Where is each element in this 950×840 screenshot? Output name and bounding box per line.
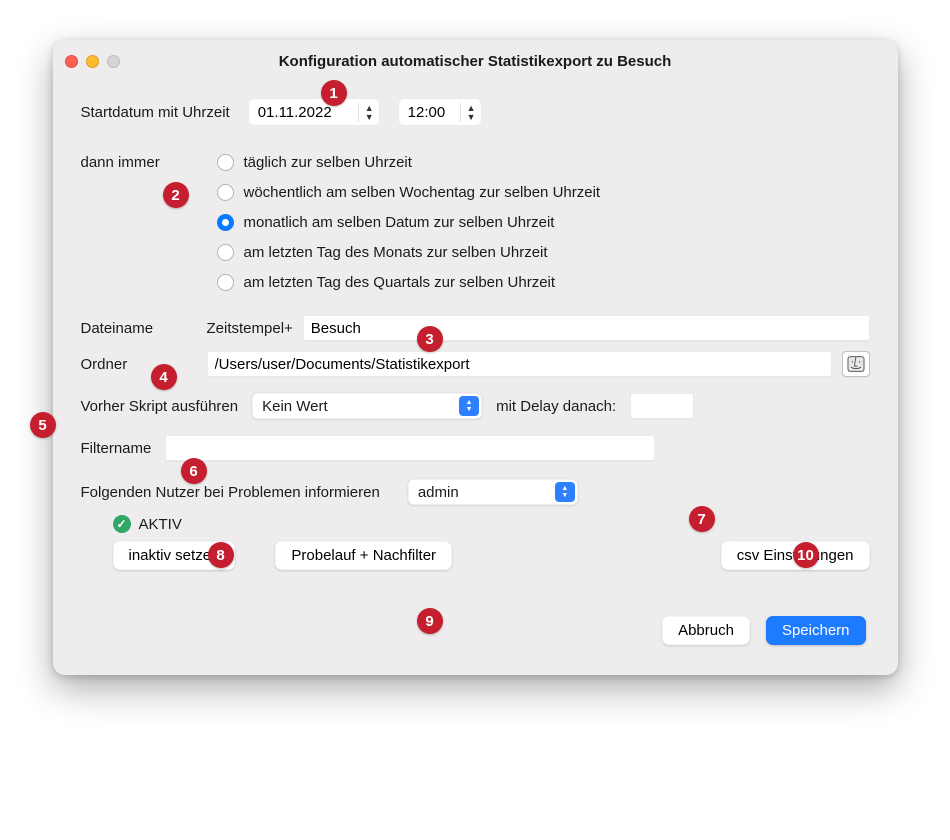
check-circle-icon: ✓ (113, 515, 131, 533)
stepper-arrows-icon[interactable]: ▲▼ (358, 103, 380, 122)
browse-folder-button[interactable] (842, 351, 870, 377)
status-active: ✓ AKTIV (113, 515, 182, 533)
start-date-label: Startdatum mit Uhrzeit (81, 104, 230, 121)
annotation-badge: 2 (163, 182, 189, 208)
repeat-label: dann immer (81, 154, 207, 171)
annotation-badge: 9 (417, 608, 443, 634)
folder-label: Ordner (81, 356, 201, 373)
script-before-label: Vorher Skript ausführen (81, 398, 239, 415)
repeat-option-label: täglich zur selben Uhrzeit (244, 154, 412, 171)
start-time-input[interactable] (398, 104, 460, 121)
repeat-radio-daily[interactable] (217, 154, 234, 171)
annotation-badge: 4 (151, 364, 177, 390)
finder-icon (847, 356, 865, 372)
script-select[interactable]: Kein Wert ▲▼ (252, 393, 482, 419)
chevron-up-down-icon: ▲▼ (555, 482, 575, 502)
test-run-button[interactable]: Probelauf + Nachfilter (275, 541, 452, 570)
annotation-badge: 8 (208, 542, 234, 568)
minimize-icon[interactable] (86, 55, 99, 68)
delay-label: mit Delay danach: (496, 398, 616, 415)
save-button[interactable]: Speichern (766, 616, 866, 645)
chevron-up-down-icon: ▲▼ (459, 396, 479, 416)
annotation-badge: 5 (30, 412, 56, 438)
notify-user-select[interactable]: admin ▲▼ (408, 479, 578, 505)
notify-user-value: admin (418, 484, 459, 501)
stepper-arrows-icon[interactable]: ▲▼ (460, 103, 482, 122)
status-text: AKTIV (139, 516, 182, 533)
start-date-input[interactable] (248, 104, 358, 121)
repeat-radio-weekly[interactable] (217, 184, 234, 201)
folder-input[interactable] (207, 351, 832, 377)
cancel-button[interactable]: Abbruch (662, 616, 750, 645)
annotation-badge: 3 (417, 326, 443, 352)
notify-label: Folgenden Nutzer bei Problemen informier… (81, 484, 380, 501)
script-select-value: Kein Wert (262, 398, 328, 415)
filtername-input[interactable] (165, 435, 655, 461)
annotation-badge: 10 (793, 542, 819, 568)
repeat-radio-last-day-quarter[interactable] (217, 274, 234, 291)
close-icon[interactable] (65, 55, 78, 68)
zoom-icon (107, 55, 120, 68)
filename-label: Dateiname (81, 320, 201, 337)
annotation-badge: 6 (181, 458, 207, 484)
delay-input[interactable] (630, 393, 694, 419)
titlebar: Konfiguration automatischer Statistikexp… (53, 40, 898, 82)
repeat-option-label: am letzten Tag des Monats zur selben Uhr… (244, 244, 548, 261)
repeat-radio-last-day-month[interactable] (217, 244, 234, 261)
start-time-stepper[interactable]: ▲▼ (398, 98, 482, 126)
filename-prefix: Zeitstempel+ (207, 320, 293, 337)
dialog-window: Konfiguration automatischer Statistikexp… (53, 40, 898, 675)
repeat-option-label: am letzten Tag des Quartals zur selben U… (244, 274, 556, 291)
repeat-option-label: wöchentlich am selben Wochentag zur selb… (244, 184, 601, 201)
start-date-stepper[interactable]: ▲▼ (248, 98, 380, 126)
filtername-label: Filtername (81, 440, 152, 457)
window-title: Konfiguration automatischer Statistikexp… (53, 53, 898, 70)
repeat-option-label: monatlich am selben Datum zur selben Uhr… (244, 214, 555, 231)
annotation-badge: 7 (689, 506, 715, 532)
dialog-content: 1 2 3 4 5 6 7 8 9 10 Startdatum mit Uhrz… (53, 82, 898, 661)
repeat-radio-monthly[interactable] (217, 214, 234, 231)
window-traffic-lights (65, 55, 120, 68)
repeat-radio-group: täglich zur selben Uhrzeit wöchentlich a… (217, 147, 870, 297)
filename-input[interactable] (303, 315, 870, 341)
annotation-badge: 1 (321, 80, 347, 106)
